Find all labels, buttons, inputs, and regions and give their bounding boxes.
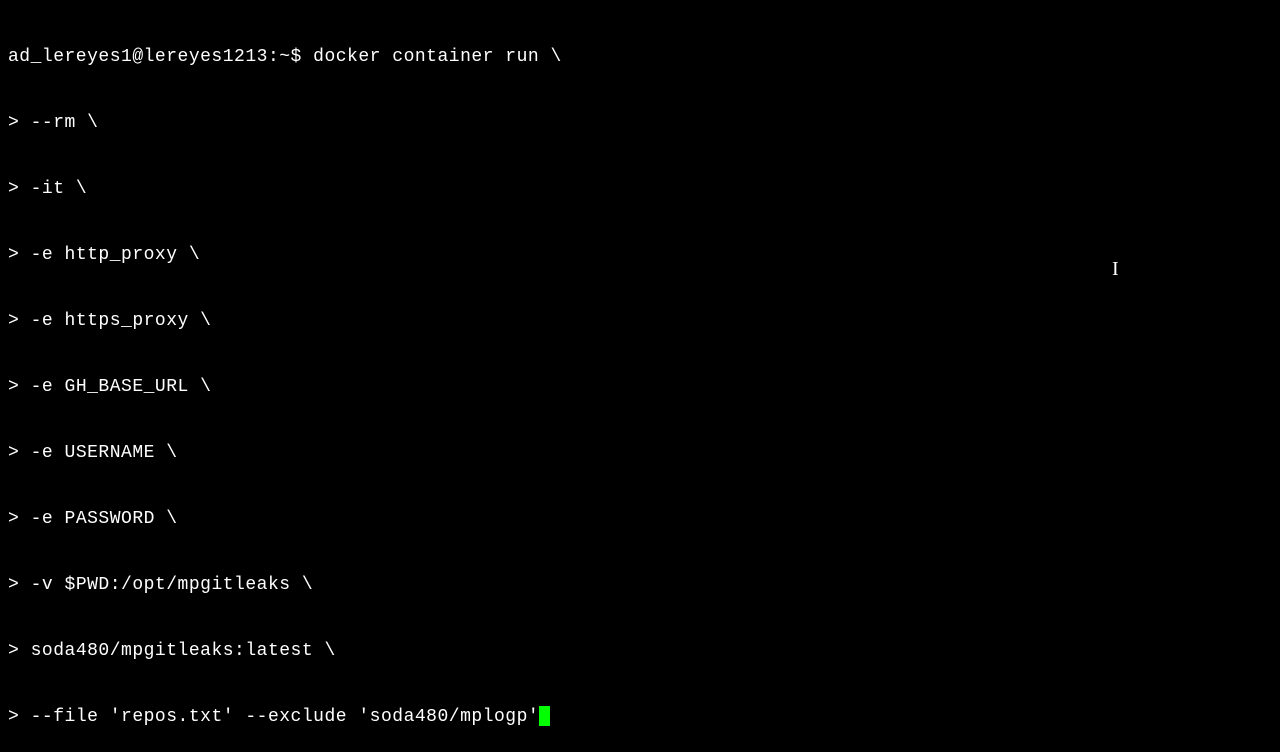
command-text: soda480/mpgitleaks:latest \: [31, 641, 336, 661]
continuation-prompt: >: [8, 509, 31, 529]
terminal-line-prompt: ad_lereyes1@lereyes1213:~$ docker contai…: [8, 46, 1272, 68]
command-text: docker container run \: [313, 47, 562, 67]
command-text: -e USERNAME \: [31, 443, 178, 463]
command-text: --file 'repos.txt' --exclude 'soda480/mp…: [31, 707, 540, 727]
continuation-prompt: >: [8, 245, 31, 265]
continuation-prompt: >: [8, 179, 31, 199]
terminal-line: > -it \: [8, 178, 1272, 200]
continuation-prompt: >: [8, 113, 31, 133]
terminal-line: > -e https_proxy \: [8, 310, 1272, 332]
command-text: -e https_proxy \: [31, 311, 212, 331]
terminal-line: > -e GH_BASE_URL \: [8, 376, 1272, 398]
terminal-line-active: > --file 'repos.txt' --exclude 'soda480/…: [8, 706, 1272, 728]
continuation-prompt: >: [8, 641, 31, 661]
terminal-line: > -e USERNAME \: [8, 442, 1272, 464]
terminal-line: > -e PASSWORD \: [8, 508, 1272, 530]
continuation-prompt: >: [8, 707, 31, 727]
command-text: -it \: [31, 179, 88, 199]
terminal-line: > -e http_proxy \: [8, 244, 1272, 266]
command-text: -v $PWD:/opt/mpgitleaks \: [31, 575, 314, 595]
terminal-cursor: [539, 706, 550, 726]
command-text: --rm \: [31, 113, 99, 133]
terminal-line: > -v $PWD:/opt/mpgitleaks \: [8, 574, 1272, 596]
command-text: -e PASSWORD \: [31, 509, 178, 529]
continuation-prompt: >: [8, 311, 31, 331]
command-text: -e GH_BASE_URL \: [31, 377, 212, 397]
terminal-viewport[interactable]: ad_lereyes1@lereyes1213:~$ docker contai…: [0, 0, 1280, 752]
terminal-line: > --rm \: [8, 112, 1272, 134]
command-text: -e http_proxy \: [31, 245, 201, 265]
continuation-prompt: >: [8, 443, 31, 463]
terminal-line: > soda480/mpgitleaks:latest \: [8, 640, 1272, 662]
shell-prompt: ad_lereyes1@lereyes1213:~$: [8, 47, 313, 67]
continuation-prompt: >: [8, 377, 31, 397]
continuation-prompt: >: [8, 575, 31, 595]
